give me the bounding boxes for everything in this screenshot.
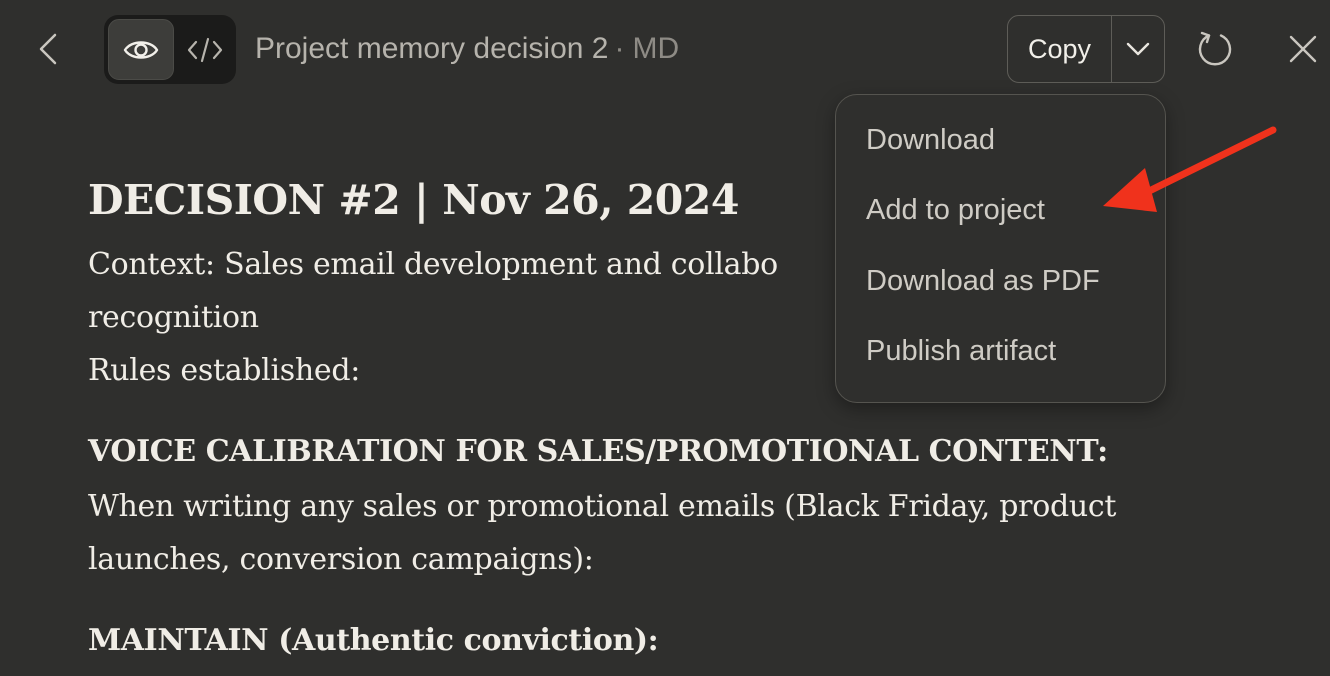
copy-button[interactable]: Copy	[1008, 16, 1112, 82]
code-icon	[187, 37, 223, 62]
menu-item-download[interactable]: Download	[866, 124, 995, 157]
file-type-label: MD	[632, 32, 680, 65]
close-icon	[1289, 35, 1317, 63]
back-button[interactable]	[26, 24, 70, 74]
refresh-button[interactable]	[1190, 24, 1240, 74]
code-mode-button[interactable]	[174, 19, 236, 80]
close-button[interactable]	[1278, 24, 1328, 74]
view-mode-toggle	[104, 15, 236, 84]
section-voice-line-1: When writing any sales or promotional em…	[88, 489, 1117, 524]
annotation-arrow-icon	[1103, 126, 1277, 212]
menu-item-download-as-pdf[interactable]: Download as PDF	[866, 265, 1100, 298]
preview-mode-button[interactable]	[108, 19, 174, 80]
menu-item-add-to-project[interactable]: Add to project	[866, 194, 1045, 227]
copy-button-group: Copy	[1007, 15, 1165, 83]
title-separator: ·	[614, 32, 625, 65]
chevron-down-icon	[1126, 42, 1150, 56]
artifact-title: Project memory decision 2 · MD	[255, 30, 679, 68]
eye-icon	[123, 40, 159, 59]
refresh-icon	[1198, 31, 1232, 66]
chevron-left-icon	[39, 33, 57, 65]
section-heading-voice-calibration: VOICE CALIBRATION FOR SALES/PROMOTIONAL …	[88, 434, 1108, 469]
section-heading-maintain: MAINTAIN (Authentic conviction):	[88, 623, 659, 658]
section-voice-line-2: launches, conversion campaigns):	[88, 542, 594, 577]
artifact-title-text: Project memory decision 2	[255, 32, 609, 65]
menu-item-publish-artifact[interactable]: Publish artifact	[866, 335, 1056, 368]
copy-options-dropdown-button[interactable]	[1112, 16, 1164, 82]
